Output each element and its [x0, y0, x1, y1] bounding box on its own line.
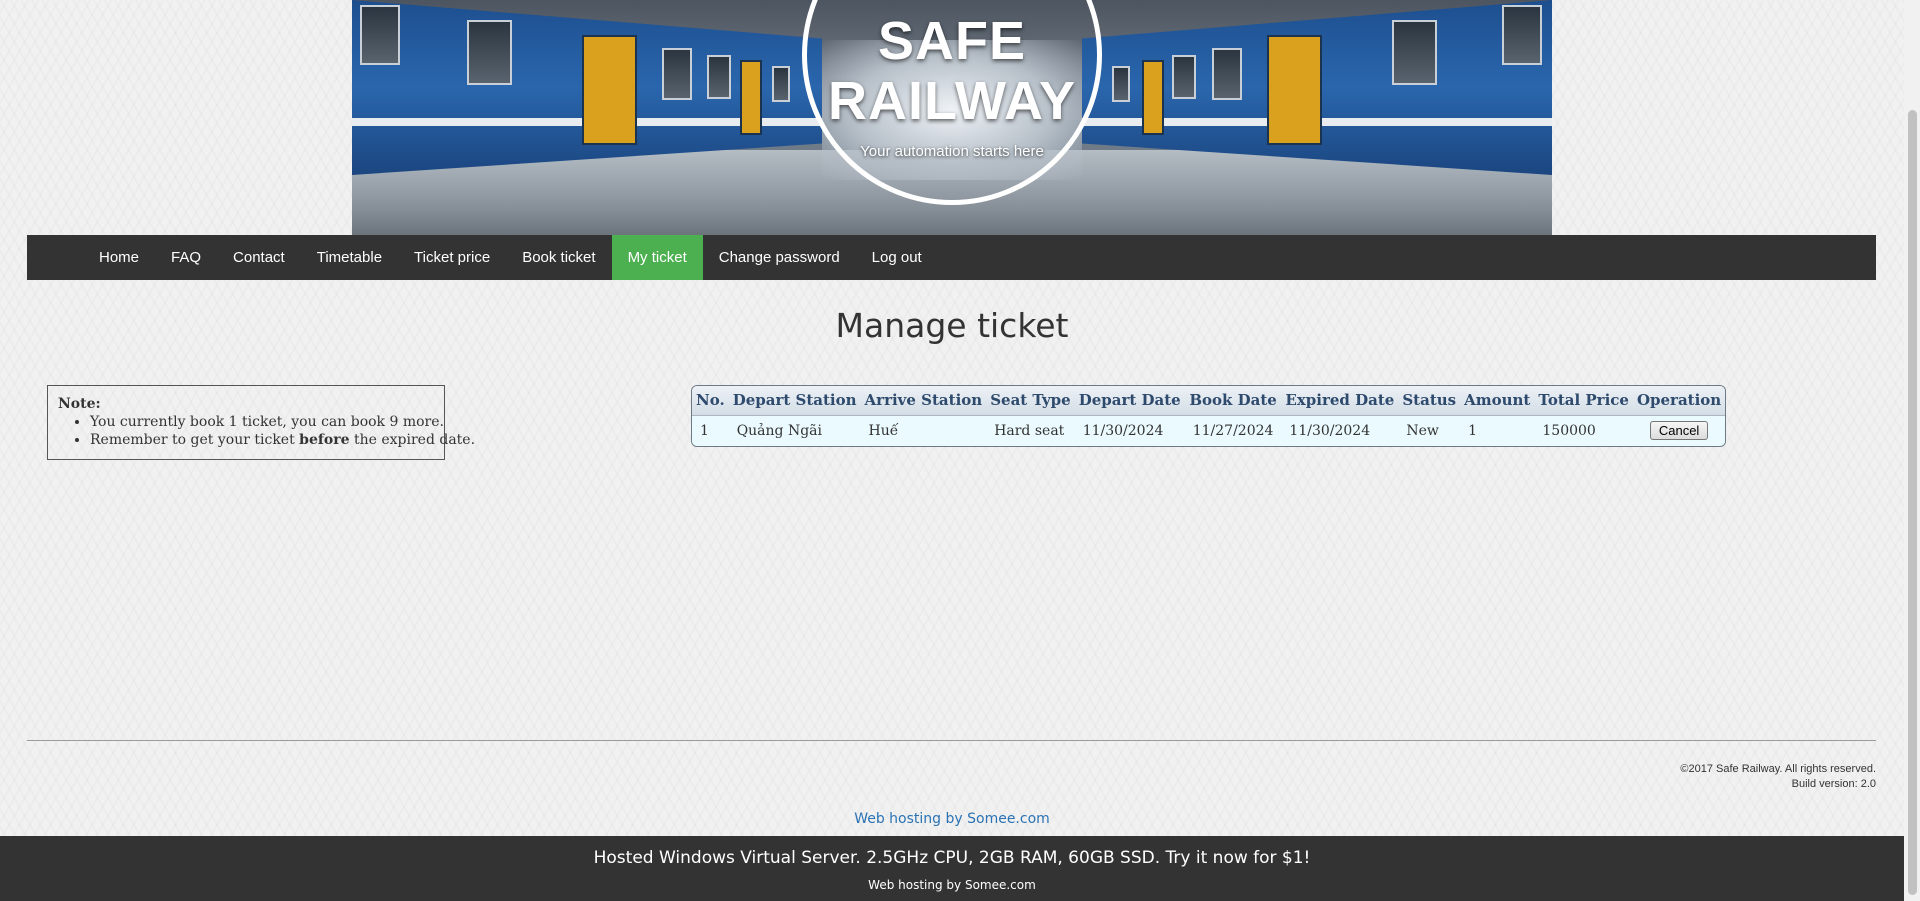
cell-depart-date: 11/30/2024 — [1074, 415, 1185, 446]
note-item: Remember to get your ticket before the e… — [90, 431, 475, 449]
cell-depart-station: Quảng Ngãi — [728, 415, 861, 446]
col-header-expired-date: Expired Date — [1281, 386, 1399, 416]
col-header-book-date: Book Date — [1184, 386, 1282, 416]
hosting-ad-bar: Hosted Windows Virtual Server. 2.5GHz CP… — [0, 836, 1904, 901]
train-window — [467, 20, 512, 85]
page-scrollbar[interactable] — [1904, 0, 1920, 901]
note-list: You currently book 1 ticket, you can boo… — [58, 413, 475, 449]
cell-operation: Cancel — [1632, 415, 1726, 446]
web-hosting-link[interactable]: Web hosting by Somee.com — [0, 811, 1904, 827]
hosting-ad-text[interactable]: Hosted Windows Virtual Server. 2.5GHz CP… — [0, 848, 1904, 868]
note-title: Note: — [58, 396, 101, 412]
copyright-text: ©2017 Safe Railway. All rights reserved. — [1680, 763, 1876, 775]
train-window — [1502, 5, 1542, 65]
nav-book-ticket[interactable]: Book ticket — [506, 235, 611, 280]
note-item-text: Remember to get your ticket — [90, 432, 300, 448]
cell-status: New — [1398, 415, 1461, 446]
cell-expired-date: 11/30/2024 — [1281, 415, 1399, 446]
table-row: 1 Quảng Ngãi Huế Hard seat 11/30/2024 11… — [692, 415, 1726, 446]
page-title: Manage ticket — [835, 306, 1069, 345]
nav-my-ticket[interactable]: My ticket — [611, 235, 703, 280]
build-version: Build version: 2.0 — [1791, 778, 1876, 790]
main-nav: Home FAQ Contact Timetable Ticket price … — [27, 235, 1876, 280]
footer-divider — [27, 740, 1876, 741]
nav-faq[interactable]: FAQ — [155, 235, 217, 280]
nav-change-password[interactable]: Change password — [703, 235, 856, 280]
cell-arrive-station: Huế — [860, 415, 987, 446]
cell-no: 1 — [692, 415, 729, 446]
col-header-depart-date: Depart Date — [1074, 386, 1185, 416]
ticket-table: No. Depart Station Arrive Station Seat T… — [691, 385, 1727, 447]
nav-contact[interactable]: Contact — [217, 235, 301, 280]
train-door — [1267, 35, 1322, 145]
col-header-status: Status — [1398, 386, 1461, 416]
cell-book-date: 11/27/2024 — [1184, 415, 1282, 446]
scrollbar-thumb[interactable] — [1908, 110, 1917, 895]
col-header-operation: Operation — [1632, 386, 1726, 416]
train-window — [360, 5, 400, 65]
cell-amount: 1 — [1460, 415, 1535, 446]
note-item-text: the expired date. — [349, 432, 476, 448]
nav-home[interactable]: Home — [83, 235, 155, 280]
cell-total-price: 150000 — [1534, 415, 1633, 446]
cancel-ticket-button[interactable]: Cancel — [1649, 421, 1709, 441]
train-door — [582, 35, 637, 145]
col-header-seat-type: Seat Type — [986, 386, 1075, 416]
col-header-depart-station: Depart Station — [728, 386, 861, 416]
footer-copyright: ©2017 Safe Railway. All rights reserved.… — [1680, 762, 1876, 792]
nav-ticket-price[interactable]: Ticket price — [398, 235, 506, 280]
logo-tagline: Your automation starts here — [860, 143, 1044, 160]
col-header-amount: Amount — [1460, 386, 1535, 416]
table-header-row: No. Depart Station Arrive Station Seat T… — [692, 386, 1726, 416]
note-box: Note: You currently book 1 ticket, you c… — [47, 385, 475, 460]
note-item: You currently book 1 ticket, you can boo… — [90, 413, 444, 431]
train-window — [662, 48, 692, 100]
col-header-no: No. — [692, 386, 729, 416]
nav-timetable[interactable]: Timetable — [301, 235, 398, 280]
col-header-total-price: Total Price — [1534, 386, 1633, 416]
header-banner: SAFE RAILWAY Your automation starts here — [352, 0, 1552, 235]
nav-log-out[interactable]: Log out — [856, 235, 938, 280]
train-window — [1212, 48, 1242, 100]
note-item-text: You currently book 1 ticket, you can boo… — [90, 414, 444, 430]
note-item-emphasis: before — [299, 432, 350, 448]
col-header-arrive-station: Arrive Station — [860, 386, 987, 416]
logo-title-line2: RAILWAY — [827, 71, 1077, 131]
hosting-ad-link[interactable]: Web hosting by Somee.com — [0, 878, 1904, 892]
logo-title-line1: SAFE — [877, 11, 1027, 71]
cell-seat-type: Hard seat — [986, 415, 1075, 446]
train-window — [1392, 20, 1437, 85]
